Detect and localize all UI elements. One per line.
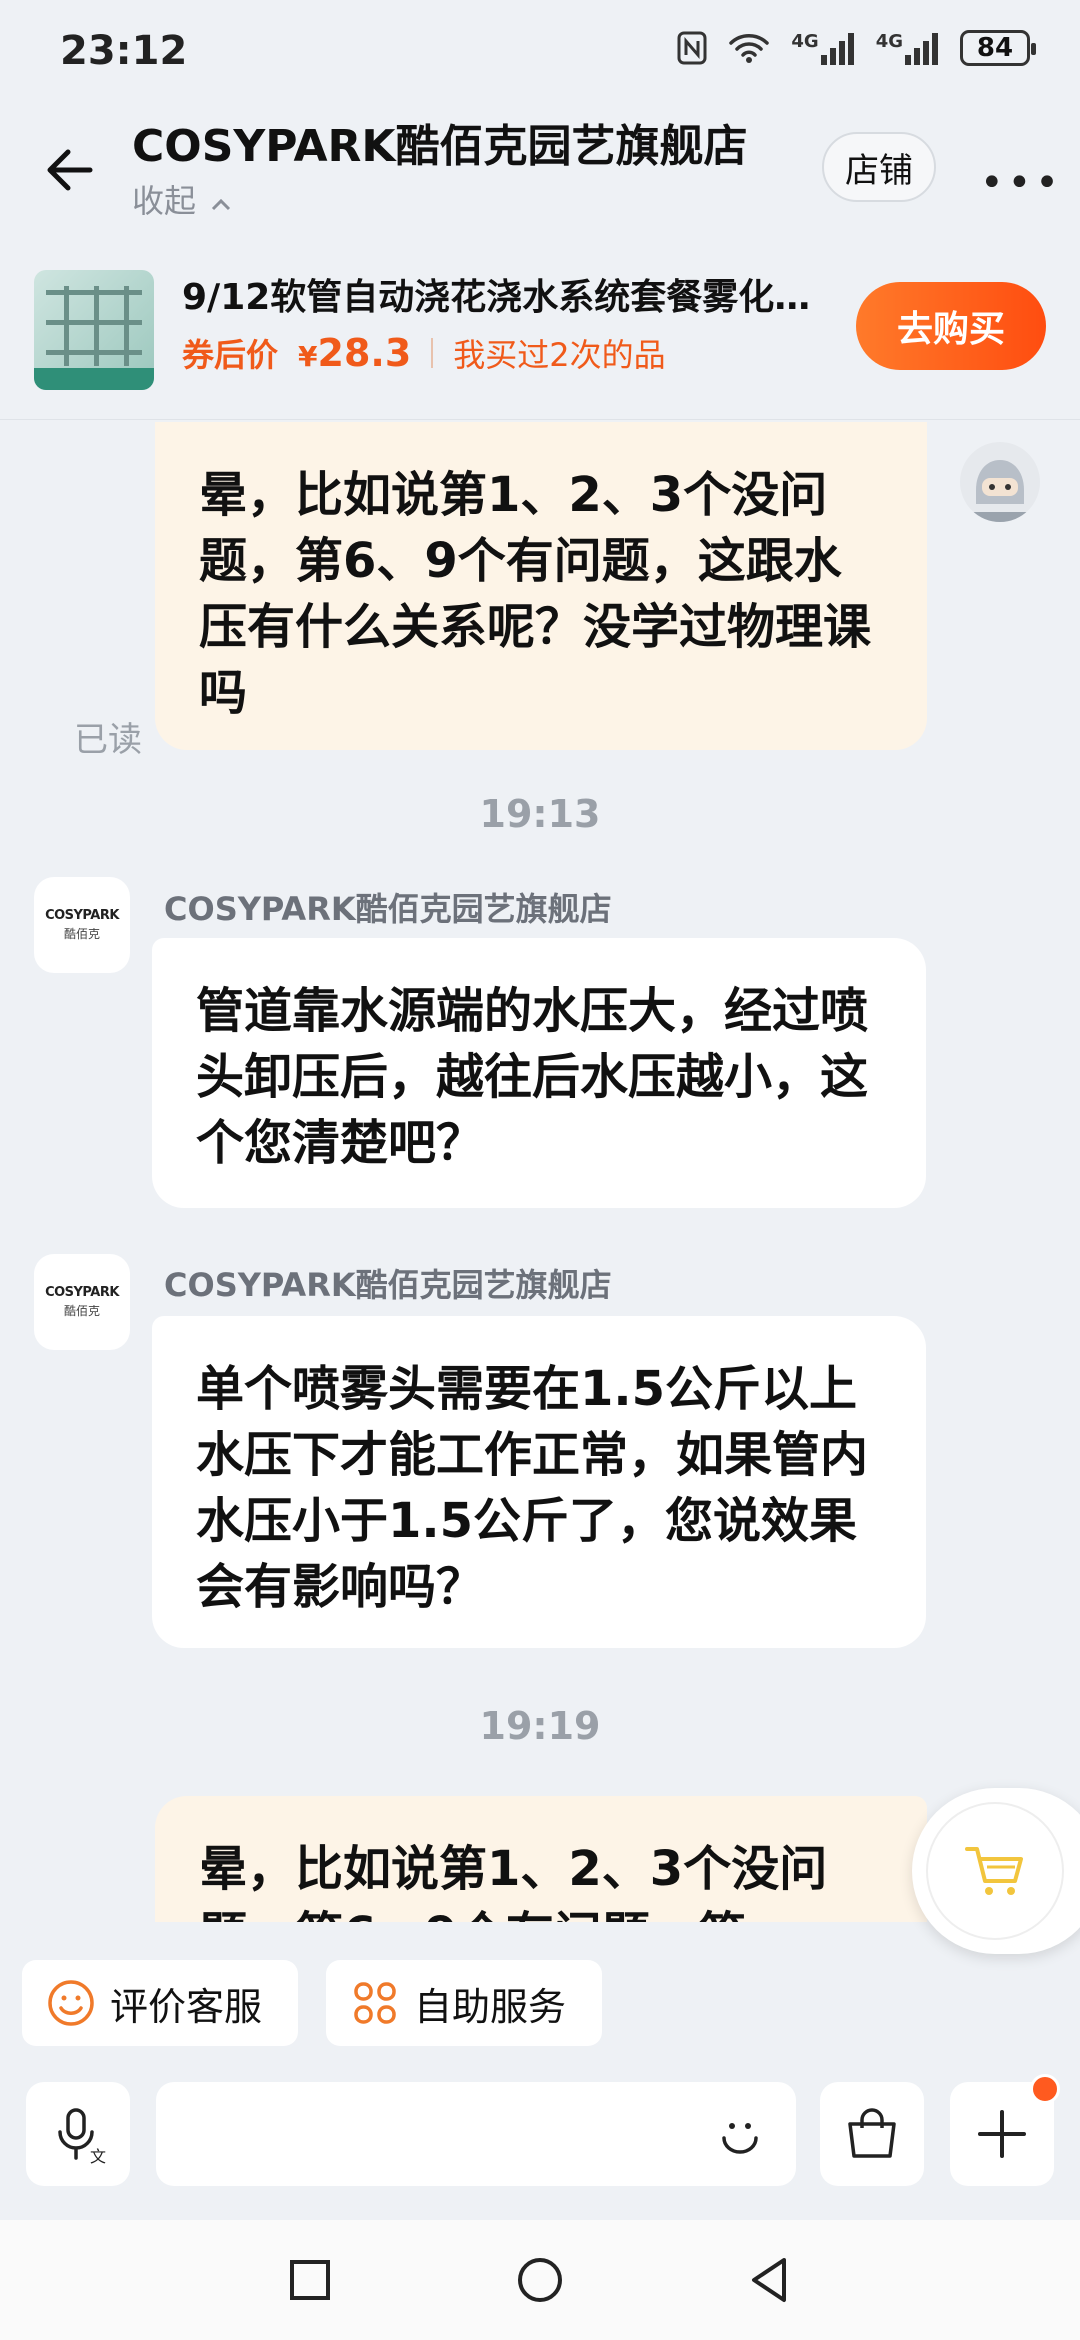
more-actions-button[interactable]: [950, 2074, 1060, 2186]
signal-bars-icon: [820, 31, 854, 65]
quick-actions: 评价客服 自助服务: [0, 1950, 1080, 2060]
timestamp: 19:13: [479, 792, 601, 836]
sender-name: COSYPARK酷佰克园艺旗舰店: [164, 1266, 612, 1304]
price-value: 28.3: [317, 331, 412, 375]
chevron-up-icon: [212, 198, 231, 211]
plus-icon: [978, 2110, 1026, 2158]
emoji-icon[interactable]: [710, 2104, 770, 2164]
product-card[interactable]: 9/12软管自动浇花浇水系统套餐雾化… 券后价 ¥ 28.3 我买过2次的品 去…: [0, 250, 1080, 420]
product-thumbnail: [34, 270, 154, 390]
my-message-bubble[interactable]: 晕，比如说第1、2、3个没问题，第6、9个有问题，这跟水压有什么关系呢？没学过物…: [155, 422, 927, 750]
chip-label: 评价客服: [110, 1984, 263, 2029]
divider: [431, 338, 434, 368]
shop-avatar-line1: COSYPARK: [45, 1285, 119, 1300]
my-message-bubble[interactable]: 晕，比如说第1、2、3个没问题，第6、9个有问题，第: [155, 1796, 927, 1922]
message-input[interactable]: [156, 2082, 796, 2186]
mic-icon: 文: [58, 2108, 106, 2166]
collapse-toggle[interactable]: 收起: [132, 176, 232, 222]
chip-label: 自助服务: [414, 1984, 567, 2029]
signal-2: 4G: [876, 31, 938, 65]
home-icon[interactable]: [510, 2250, 570, 2310]
shop-title: COSYPARK酷佰克园艺旗舰店: [132, 121, 748, 172]
voice-button[interactable]: 文: [26, 2082, 130, 2186]
timestamp: 19:19: [479, 1704, 601, 1748]
status-time: 23:12: [60, 28, 188, 74]
grid-icon: [354, 1982, 396, 2024]
message-list[interactable]: 晕，比如说第1、2、3个没问题，第6、9个有问题，这跟水压有什么关系呢？没学过物…: [0, 422, 1080, 1922]
avatar-character-icon: [960, 442, 1040, 522]
product-name: 9/12软管自动浇花浇水系统套餐雾化…: [182, 277, 811, 318]
shop-avatar-line1: COSYPARK: [45, 908, 119, 923]
back-arrow-icon[interactable]: [40, 140, 100, 200]
bag-icon: [848, 2108, 896, 2158]
back-icon[interactable]: [740, 2250, 800, 2310]
shop-message-bubble[interactable]: 单个喷雾头需要在1.5公斤以上水压下才能工作正常，如果管内水压小于1.5公斤了，…: [152, 1316, 926, 1648]
read-receipt: 已读: [74, 720, 142, 760]
wifi-icon: [729, 34, 770, 63]
battery-icon: 84: [960, 30, 1036, 66]
bought-history: 我买过2次的品: [453, 336, 666, 374]
rate-service-chip[interactable]: 评价客服: [22, 1960, 298, 2046]
shop-button[interactable]: 店铺: [822, 132, 936, 202]
user-avatar[interactable]: [960, 442, 1040, 522]
shop-avatar-line2: 酷佰克: [63, 1304, 100, 1318]
system-nav-bar: [0, 2220, 1080, 2340]
buy-button[interactable]: 去购买: [856, 282, 1046, 370]
input-bar: 文: [0, 2070, 1080, 2220]
status-icons: 4G 4G 84: [677, 30, 1036, 66]
price-line: 券后价 ¥ 28.3 我买过2次的品: [182, 330, 666, 376]
collapse-label: 收起: [132, 182, 197, 220]
shop-avatar[interactable]: COSYPARK 酷佰克: [34, 1254, 130, 1350]
chat-header: COSYPARK酷佰克园艺旗舰店 收起 店铺 •••: [0, 100, 1080, 240]
order-bag-button[interactable]: [820, 2082, 924, 2186]
more-options-icon[interactable]: •••: [980, 160, 1063, 206]
sender-name: COSYPARK酷佰克园艺旗舰店: [164, 890, 612, 928]
nfc-icon: [677, 31, 707, 65]
svg-text:文: 文: [90, 2147, 106, 2166]
signal-bars-icon: [905, 31, 938, 65]
notification-dot: [1030, 2074, 1060, 2104]
shop-message-bubble[interactable]: 管道靠水源端的水压大，经过喷头卸压后，越往后水压越小，这个您清楚吧？: [152, 938, 926, 1208]
shop-avatar[interactable]: COSYPARK 酷佰克: [34, 877, 130, 973]
status-bar: 23:12 4G 4G 84: [0, 0, 1080, 100]
cart-icon: [965, 1847, 1023, 1895]
floating-cart-button[interactable]: [912, 1788, 1080, 1954]
smile-icon: [48, 1980, 94, 2026]
price-label: 券后价: [182, 336, 279, 374]
price-currency: ¥: [298, 340, 318, 373]
self-service-chip[interactable]: 自助服务: [326, 1960, 602, 2046]
recent-apps-icon[interactable]: [280, 2250, 340, 2310]
shop-avatar-line2: 酷佰克: [63, 927, 100, 941]
signal-1: 4G: [791, 31, 854, 65]
